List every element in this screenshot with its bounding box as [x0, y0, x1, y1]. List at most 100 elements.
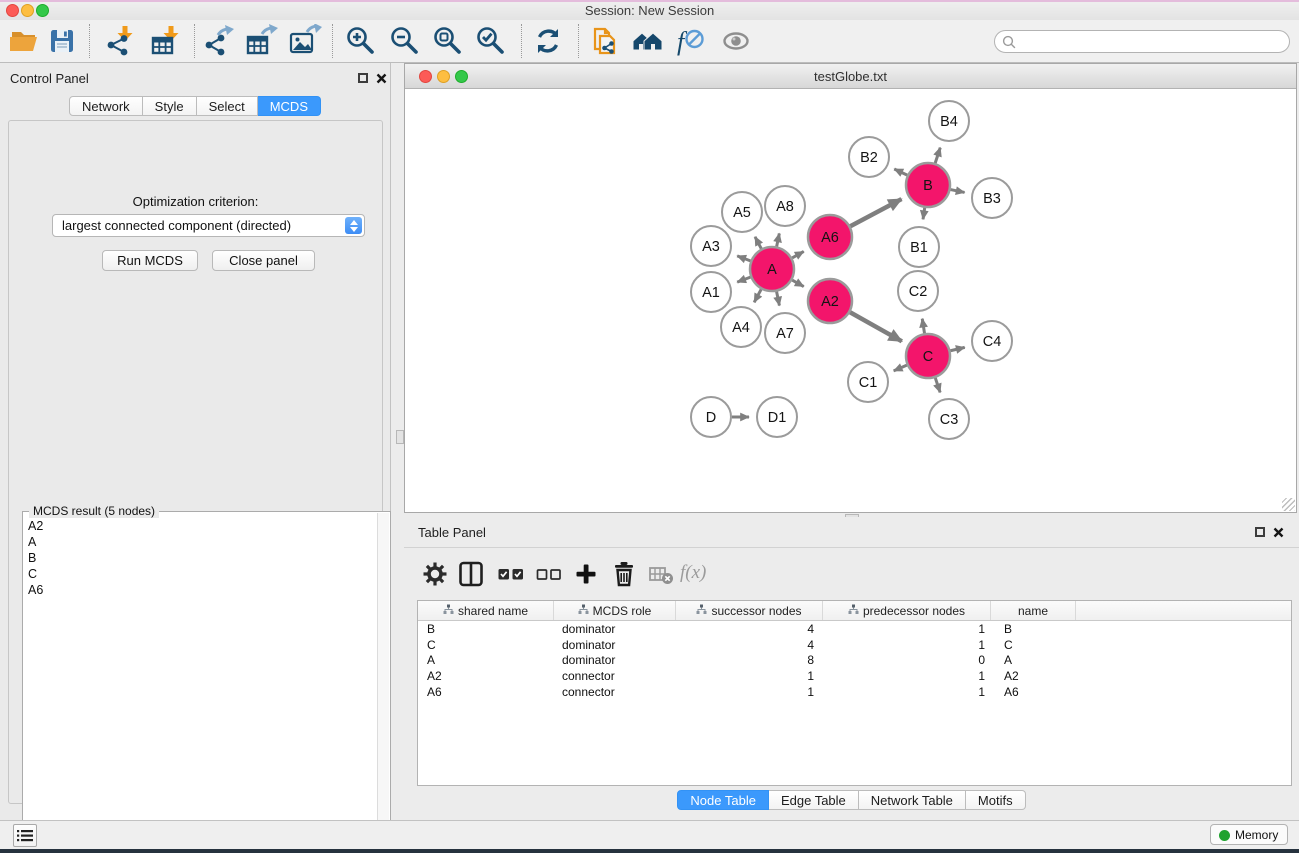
result-item[interactable]: B: [24, 550, 376, 566]
graph-edge-A-A8[interactable]: [777, 233, 780, 246]
graph-node-A8[interactable]: A8: [765, 186, 805, 226]
graph-edge-A-A7[interactable]: [777, 292, 780, 306]
tab-motifs[interactable]: Motifs: [966, 790, 1026, 810]
graph-node-C4[interactable]: C4: [972, 321, 1012, 361]
graph-node-A4[interactable]: A4: [721, 307, 761, 347]
graph-node-B3[interactable]: B3: [972, 178, 1012, 218]
table-cell[interactable]: 4: [676, 622, 823, 636]
table-cell[interactable]: A2: [418, 669, 554, 683]
run-mcds-button[interactable]: Run MCDS: [102, 250, 198, 271]
search-input[interactable]: [1021, 32, 1281, 51]
graph-node-A5[interactable]: A5: [722, 192, 762, 232]
column-header-successor-nodes[interactable]: successor nodes: [676, 601, 823, 620]
unselect-all-columns-icon[interactable]: [532, 557, 566, 591]
search-box[interactable]: [994, 30, 1290, 53]
column-header-shared-name[interactable]: shared name: [418, 601, 554, 620]
close-panel-button[interactable]: Close panel: [212, 250, 315, 271]
table-cell[interactable]: B: [418, 622, 554, 636]
network-zoom-button[interactable]: [455, 70, 468, 83]
network-canvas[interactable]: B4B2BB3B1A5A8A6A3AA1A4A7A2C2CC4C1C3DD1: [405, 89, 1296, 512]
save-session-icon[interactable]: [45, 24, 79, 58]
table-cell[interactable]: 1: [823, 685, 991, 699]
graph-node-C2[interactable]: C2: [898, 271, 938, 311]
graph-node-C1[interactable]: C1: [848, 362, 888, 402]
graph-node-D1[interactable]: D1: [757, 397, 797, 437]
graph-node-A3[interactable]: A3: [691, 226, 731, 266]
table-cell[interactable]: A6: [418, 685, 554, 699]
tab-network[interactable]: Network: [69, 96, 143, 116]
table-cell[interactable]: 1: [823, 638, 991, 652]
table-cell[interactable]: 1: [823, 669, 991, 683]
tab-style[interactable]: Style: [143, 96, 197, 116]
graph-node-B2[interactable]: B2: [849, 137, 889, 177]
graph-node-B4[interactable]: B4: [929, 101, 969, 141]
tab-mcds[interactable]: MCDS: [258, 96, 321, 116]
graph-edge-B-B1[interactable]: [923, 208, 925, 220]
export-image-icon[interactable]: [288, 24, 322, 58]
graph-edge-C-C1[interactable]: [894, 365, 907, 371]
zoom-selected-icon[interactable]: [474, 24, 508, 58]
network-window-titlebar[interactable]: testGlobe.txt: [405, 64, 1296, 89]
network-minimize-button[interactable]: [437, 70, 450, 83]
export-table-icon[interactable]: [244, 24, 278, 58]
float-panel-icon[interactable]: [1255, 527, 1265, 537]
graph-edge-C-C2[interactable]: [922, 319, 924, 334]
table-row[interactable]: A2connector11A2: [418, 668, 1291, 684]
table-cell[interactable]: connector: [554, 669, 676, 683]
graph-node-A1[interactable]: A1: [691, 272, 731, 312]
home-icon[interactable]: [630, 24, 664, 58]
result-item[interactable]: A2: [24, 518, 376, 534]
table-cell[interactable]: 1: [823, 622, 991, 636]
graph-edge-A2-C[interactable]: [850, 312, 902, 341]
delete-column-icon[interactable]: [607, 557, 641, 591]
graph-node-D[interactable]: D: [691, 397, 731, 437]
float-panel-icon[interactable]: [358, 73, 368, 83]
result-item[interactable]: A6: [24, 582, 376, 598]
memory-button[interactable]: Memory: [1210, 824, 1288, 845]
zoom-fit-icon[interactable]: [431, 24, 465, 58]
table-cell[interactable]: 1: [676, 669, 823, 683]
table-row[interactable]: Bdominator41B: [418, 621, 1291, 637]
open-session-icon[interactable]: [7, 24, 41, 58]
graph-edge-B-B4[interactable]: [935, 148, 940, 164]
tab-edge-table[interactable]: Edge Table: [769, 790, 859, 810]
zoom-in-icon[interactable]: [344, 24, 378, 58]
network-close-button[interactable]: [419, 70, 432, 83]
import-network-icon[interactable]: [103, 24, 137, 58]
graph-edge-B-B3[interactable]: [951, 190, 965, 193]
graph-edge-A-A1[interactable]: [737, 277, 750, 282]
table-cell[interactable]: C: [991, 638, 1076, 652]
task-history-button[interactable]: [13, 824, 37, 847]
table-cell[interactable]: A6: [991, 685, 1076, 699]
column-header-mcds-role[interactable]: MCDS role: [554, 601, 676, 620]
table-cell[interactable]: 0: [823, 653, 991, 667]
select-all-columns-icon[interactable]: [494, 557, 528, 591]
graph-node-C3[interactable]: C3: [929, 399, 969, 439]
close-panel-icon[interactable]: [376, 73, 387, 84]
table-cell[interactable]: dominator: [554, 622, 676, 636]
graph-edge-A-A6[interactable]: [792, 251, 804, 257]
graph-node-C[interactable]: C: [906, 334, 950, 378]
graph-edge-A6-B[interactable]: [850, 199, 901, 226]
zoom-window-button[interactable]: [36, 4, 49, 17]
table-row[interactable]: Adominator80A: [418, 653, 1291, 669]
table-cell[interactable]: 1: [676, 685, 823, 699]
table-cell[interactable]: A: [418, 653, 554, 667]
close-panel-icon[interactable]: [1273, 527, 1284, 538]
table-cell[interactable]: 8: [676, 653, 823, 667]
close-window-button[interactable]: [6, 4, 19, 17]
graph-edge-C-C4[interactable]: [950, 347, 964, 350]
table-cell[interactable]: dominator: [554, 638, 676, 652]
zoom-out-icon[interactable]: [388, 24, 422, 58]
vertical-splitter-handle[interactable]: [396, 430, 404, 444]
graph-node-B[interactable]: B: [906, 163, 950, 207]
export-network-icon[interactable]: [201, 24, 235, 58]
graph-node-B1[interactable]: B1: [899, 227, 939, 267]
tab-network-table[interactable]: Network Table: [859, 790, 966, 810]
result-item[interactable]: A: [24, 534, 376, 550]
table-cell[interactable]: A: [991, 653, 1076, 667]
delete-table-icon[interactable]: [645, 557, 679, 591]
add-column-icon[interactable]: [569, 557, 603, 591]
table-cell[interactable]: connector: [554, 685, 676, 699]
import-table-icon[interactable]: [149, 24, 183, 58]
